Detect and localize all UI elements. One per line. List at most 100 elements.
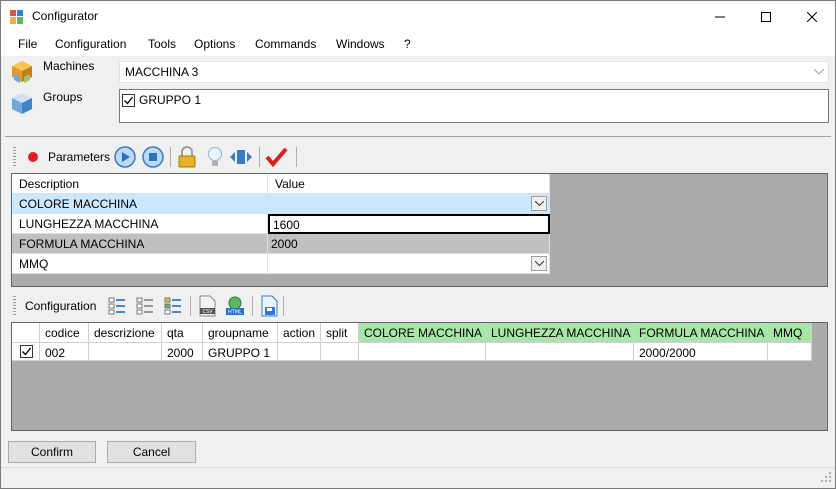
parameters-label: Parameters: [48, 150, 111, 164]
close-icon: [807, 11, 817, 22]
confirm-button[interactable]: Confirm: [8, 441, 96, 463]
red-checkmark-icon: [265, 147, 288, 168]
maximize-icon: [761, 11, 771, 22]
bulb-button[interactable]: [203, 145, 227, 169]
cell-colore-macchina[interactable]: [359, 343, 486, 361]
groups-label: Groups: [43, 90, 83, 104]
cell-descrizione[interactable]: [89, 343, 162, 361]
cell-groupname[interactable]: GRUPPO 1: [203, 343, 278, 361]
checkmark-icon: [124, 96, 134, 105]
export-html-button[interactable]: HTML: [223, 294, 247, 318]
column-header-mmq[interactable]: MMQ: [768, 323, 812, 343]
menu-configuration[interactable]: Configuration: [55, 37, 126, 51]
lightbulb-icon: [208, 147, 222, 166]
configuration-grid: codice descrizione qta groupname action …: [11, 322, 828, 431]
column-header-colore-macchina[interactable]: COLORE MACCHINA: [359, 323, 486, 343]
parameter-row[interactable]: FORMULA MACCHINA 2000: [12, 234, 550, 254]
cell-formula-macchina[interactable]: 2000/2000: [634, 343, 768, 361]
column-header-formula-macchina[interactable]: FORMULA MACCHINA: [634, 323, 768, 343]
cell-action[interactable]: [278, 343, 321, 361]
machines-selected: MACCHINA 3: [125, 65, 199, 79]
invert-check-button[interactable]: [161, 294, 185, 318]
configurator-window: Configurator File Configuration Tools Op…: [0, 0, 836, 489]
groups-list: GRUPPO 1: [119, 89, 829, 123]
close-button[interactable]: [789, 1, 835, 32]
parameter-value-input[interactable]: 1600: [268, 214, 550, 234]
cancel-button[interactable]: Cancel: [107, 441, 196, 463]
menu-tools[interactable]: Tools: [148, 37, 176, 51]
parameter-description: MMQ: [12, 254, 268, 274]
groups-icon: [9, 90, 35, 119]
parameter-row[interactable]: LUNGHEZZA MACCHINA 1600: [12, 214, 550, 234]
cell-split[interactable]: [321, 343, 359, 361]
menu-help[interactable]: ?: [404, 37, 411, 51]
chevron-down-icon[interactable]: [531, 256, 547, 271]
menu-commands[interactable]: Commands: [255, 37, 316, 51]
uncheck-all-button[interactable]: [133, 294, 157, 318]
machines-combobox[interactable]: MACCHINA 3: [119, 61, 829, 83]
cell-codice[interactable]: 002: [40, 343, 89, 361]
parameter-description: FORMULA MACCHINA: [12, 234, 268, 254]
status-bar: [1, 467, 835, 488]
svg-text:HTML: HTML: [228, 310, 242, 316]
save-document-icon: [261, 295, 278, 317]
stop-icon: [142, 146, 164, 168]
html-file-icon: HTML: [226, 296, 244, 316]
cell-qta[interactable]: 2000: [162, 343, 203, 361]
parameter-description: LUNGHEZZA MACCHINA: [12, 214, 268, 234]
parameter-row[interactable]: COLORE MACCHINA: [12, 194, 550, 214]
parameters-grid: Description Value COLORE MACCHINA LUNGHE…: [11, 173, 828, 287]
column-header-qta[interactable]: qta: [162, 323, 203, 343]
svg-text:CSV: CSV: [202, 309, 213, 315]
apply-button[interactable]: [264, 145, 288, 169]
toolbar-grip[interactable]: [13, 147, 16, 167]
row-header-corner: [12, 323, 40, 343]
checklist-none-icon: [136, 297, 153, 315]
menu-file[interactable]: File: [18, 37, 37, 51]
save-button[interactable]: [257, 294, 281, 318]
parameter-value[interactable]: [268, 254, 550, 274]
check-all-button[interactable]: [105, 294, 129, 318]
resize-grip-icon[interactable]: [821, 472, 832, 486]
parameters-header-row: Description Value: [12, 174, 550, 194]
stop-button[interactable]: [141, 145, 165, 169]
menu-options[interactable]: Options: [194, 37, 235, 51]
column-header-action[interactable]: action: [278, 323, 321, 343]
menu-windows[interactable]: Windows: [336, 37, 385, 51]
divider: [5, 136, 831, 137]
play-button[interactable]: [113, 145, 137, 169]
lock-button[interactable]: [175, 145, 199, 169]
parameter-value[interactable]: [268, 194, 550, 214]
parameter-value[interactable]: 2000: [268, 234, 550, 254]
maximize-button[interactable]: [743, 1, 789, 32]
export-csv-button[interactable]: CSV: [195, 294, 219, 318]
column-header-value[interactable]: Value: [268, 174, 550, 194]
column-header-description[interactable]: Description: [12, 174, 268, 194]
column-header-codice[interactable]: codice: [40, 323, 89, 343]
configuration-toolbar: Configuration CSV HTML: [13, 293, 288, 319]
row-checkbox[interactable]: [20, 345, 33, 358]
group-checkbox[interactable]: [122, 94, 135, 107]
app-icon: [10, 9, 26, 25]
column-header-lunghezza-macchina[interactable]: LUNGHEZZA MACCHINA: [486, 323, 634, 343]
column-header-split[interactable]: split: [321, 323, 359, 343]
parameter-description: COLORE MACCHINA: [12, 194, 268, 214]
checklist-invert-icon: [164, 297, 181, 315]
checklist-all-icon: [108, 297, 125, 315]
parameters-toolbar: Parameters: [13, 144, 303, 170]
row-select-cell[interactable]: [12, 343, 40, 361]
chevron-down-icon[interactable]: [810, 62, 828, 82]
resize-columns-button[interactable]: [229, 145, 253, 169]
machines-label: Machines: [43, 59, 95, 73]
cell-lunghezza-macchina[interactable]: [486, 343, 634, 361]
minimize-button[interactable]: [697, 1, 743, 32]
machines-icon: [9, 59, 35, 88]
column-resize-icon: [230, 150, 252, 164]
column-header-descrizione[interactable]: descrizione: [89, 323, 162, 343]
toolbar-grip[interactable]: [13, 296, 16, 316]
column-header-groupname[interactable]: groupname: [203, 323, 278, 343]
parameter-row[interactable]: MMQ: [12, 254, 550, 274]
chevron-down-icon[interactable]: [531, 196, 547, 211]
record-icon: [28, 152, 38, 162]
cell-mmq[interactable]: [768, 343, 812, 361]
